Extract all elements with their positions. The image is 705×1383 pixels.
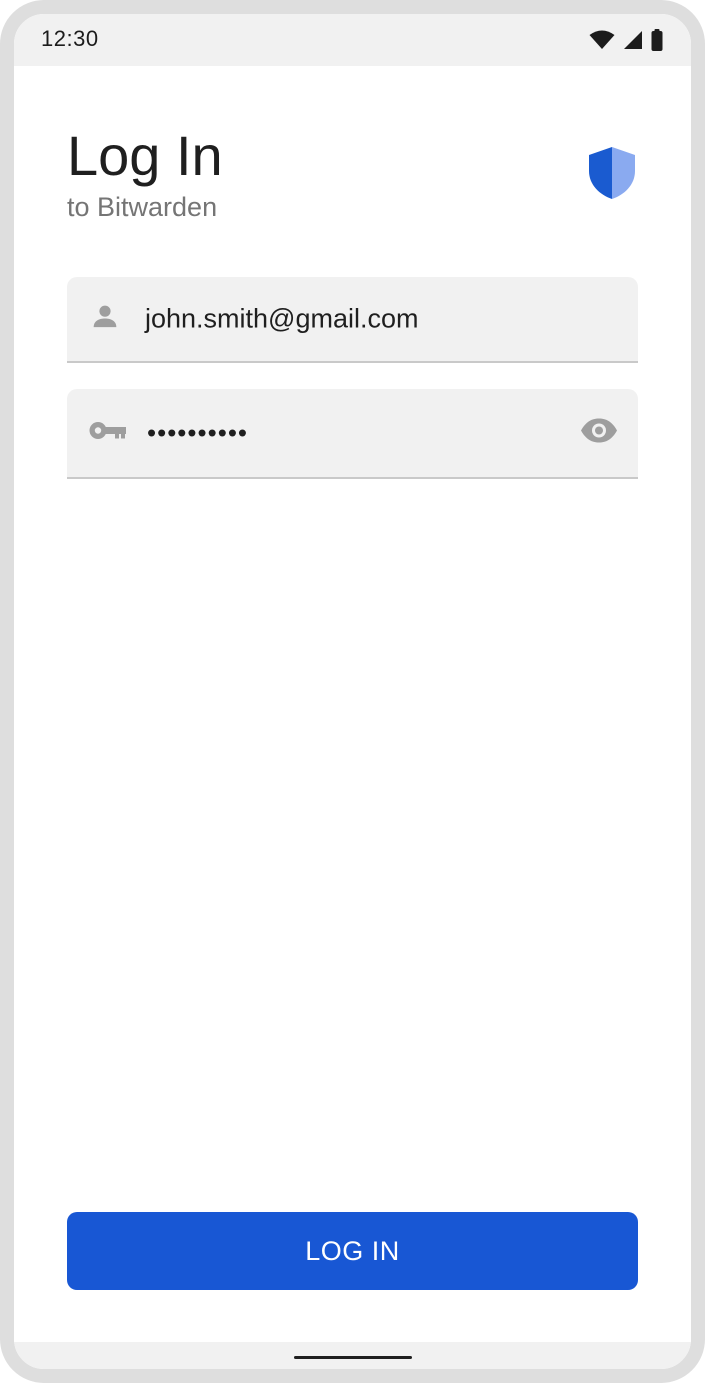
eye-icon[interactable]	[580, 418, 618, 449]
key-icon	[89, 419, 127, 448]
person-icon	[89, 301, 121, 338]
battery-icon	[651, 29, 663, 51]
login-button[interactable]: LOG IN	[67, 1212, 638, 1290]
email-field[interactable]: john.smith@gmail.com	[67, 277, 638, 363]
status-bar: 12:30	[14, 14, 691, 66]
login-screen: Log In to Bitwarden john.smith@gmail.com…	[14, 66, 691, 1342]
password-field[interactable]: ••••••••••	[67, 389, 638, 479]
device-frame: 12:30 Log In to Bitwarden john.smith@gma…	[0, 0, 705, 1383]
wifi-icon	[589, 30, 615, 50]
status-icons	[589, 28, 663, 52]
cellular-signal-icon	[623, 30, 643, 50]
navigation-bar	[14, 1342, 691, 1369]
password-input-value[interactable]: ••••••••••	[147, 418, 248, 449]
shield-icon	[585, 145, 639, 206]
page-title: Log In	[67, 124, 223, 187]
status-time: 12:30	[41, 26, 99, 51]
page-subtitle: to Bitwarden	[67, 192, 218, 222]
email-input-value[interactable]: john.smith@gmail.com	[145, 304, 419, 335]
home-indicator[interactable]	[294, 1356, 412, 1359]
